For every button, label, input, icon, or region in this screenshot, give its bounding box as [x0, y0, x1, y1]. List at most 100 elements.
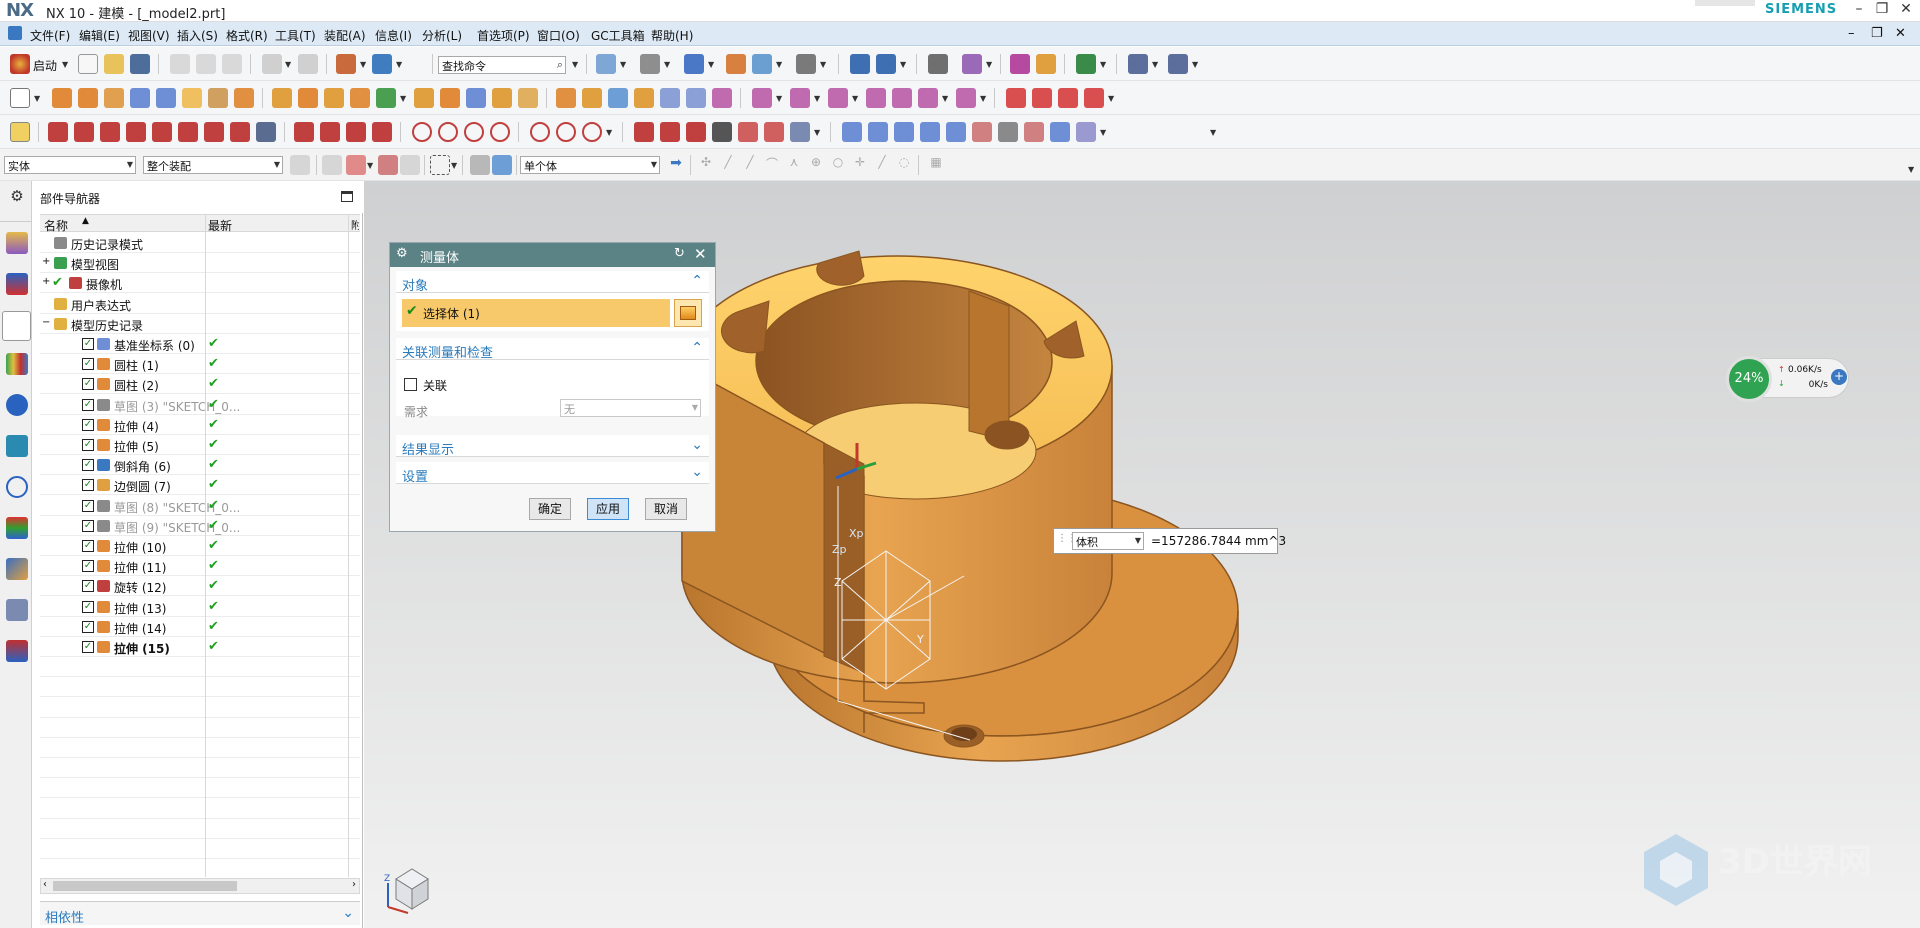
unite-icon[interactable]	[182, 88, 202, 108]
surface-dropdown-icon[interactable]: ▼	[1100, 128, 1106, 137]
orient-dropdown-icon[interactable]: ▼	[708, 60, 714, 69]
measure-dropdown-icon[interactable]: ▼	[1192, 60, 1198, 69]
chevron-down-icon[interactable]: ⌄	[691, 464, 703, 480]
swept-icon[interactable]	[920, 122, 940, 142]
sketch-icon[interactable]	[10, 88, 30, 108]
section-results-display[interactable]: 结果显示 ⌄	[396, 435, 709, 458]
visibility-checkbox[interactable]: ✓	[82, 641, 94, 653]
mesh-surface-icon[interactable]	[894, 122, 914, 142]
tree-row[interactable]: ✓ 草图 (8) "SKETCH_0... ✔	[40, 496, 360, 516]
block-icon[interactable]	[156, 88, 176, 108]
delete-face-icon[interactable]	[790, 88, 810, 108]
doc-restore-icon[interactable]: ❐	[1871, 26, 1883, 41]
horizontal-scrollbar[interactable]: ‹ ›	[40, 878, 360, 894]
sort-ascending-icon[interactable]: ▲	[82, 216, 89, 226]
tree-row[interactable]: ✓ 拉伸 (5) ✔	[40, 435, 360, 455]
circle-tangent-icon[interactable]	[464, 122, 484, 142]
bar-overflow-icon[interactable]: ▼	[1908, 165, 1914, 174]
linear-dim-dropdown-icon[interactable]: ▼	[942, 94, 948, 103]
snap-dropdown-icon[interactable]: ▼	[986, 60, 992, 69]
visibility-checkbox[interactable]: ✓	[82, 600, 94, 613]
offset-curve-icon[interactable]	[1084, 88, 1104, 108]
body-select-button[interactable]	[674, 299, 702, 327]
studio-spline-icon[interactable]	[230, 122, 250, 142]
play-dropdown-icon[interactable]: ▼	[1100, 60, 1106, 69]
snap-quadrant-icon[interactable]: ○	[828, 155, 848, 175]
edge-blend-icon[interactable]	[272, 88, 292, 108]
arc-tangent-icon[interactable]	[178, 122, 198, 142]
chevron-down-icon[interactable]: ⌄	[691, 437, 703, 453]
edit-object-icon[interactable]	[876, 54, 896, 74]
column-name[interactable]: 名称	[44, 217, 68, 234]
tree-row[interactable]: ✓ 拉伸 (14) ✔	[40, 617, 360, 637]
helix-icon[interactable]	[686, 122, 706, 142]
group-face-icon[interactable]	[956, 88, 976, 108]
menu-file[interactable]: 文件(F)	[30, 27, 70, 44]
dimension-dropdown-icon[interactable]: ▼	[1152, 60, 1158, 69]
doc-close-icon[interactable]: ✕	[1895, 26, 1906, 41]
snap-mid-icon[interactable]: ╱	[740, 155, 760, 175]
pattern-icon[interactable]	[324, 88, 344, 108]
project-dropdown-icon[interactable]: ▼	[814, 128, 820, 137]
menu-preferences[interactable]: 首选项(P)	[477, 27, 530, 44]
chevron-down-icon[interactable]: ⌄	[342, 905, 354, 921]
analysis-icon[interactable]	[1036, 54, 1056, 74]
revolve-icon[interactable]	[78, 88, 98, 108]
shell-icon[interactable]	[466, 88, 486, 108]
open-icon[interactable]	[104, 54, 124, 74]
pull-face-icon[interactable]	[752, 88, 772, 108]
replace-icon[interactable]	[866, 88, 886, 108]
tree-row[interactable]: ✓ 草图 (9) "SKETCH_0... ✔	[40, 516, 360, 536]
cut-icon[interactable]	[170, 54, 190, 74]
visibility-checkbox[interactable]: ✓	[82, 398, 94, 411]
curve-dropdown-icon[interactable]: ▼	[1108, 94, 1114, 103]
tree-row[interactable]: ✓ 拉伸 (11) ✔	[40, 556, 360, 577]
delete-dropdown-icon[interactable]: ▼	[814, 94, 820, 103]
arc-circle-3-icon[interactable]	[582, 122, 602, 142]
play-icon[interactable]	[1076, 54, 1096, 74]
fit-view-icon[interactable]	[596, 54, 616, 74]
reuse-library-icon[interactable]	[6, 353, 28, 375]
start-dropdown-icon[interactable]: ▼	[62, 60, 68, 69]
grid-icon[interactable]	[256, 122, 276, 142]
replace-face-icon[interactable]	[686, 88, 706, 108]
select-cursor-icon[interactable]	[378, 155, 398, 175]
snap-on-face-icon[interactable]: ◌	[894, 155, 914, 175]
tree-row[interactable]: ✓ 草图 (3) "SKETCH_0... ✔	[40, 395, 360, 415]
restore-icon[interactable]: ❐	[1871, 1, 1893, 21]
column-latest[interactable]: 最新	[208, 217, 232, 234]
background-dropdown-icon[interactable]: ▼	[820, 60, 826, 69]
chevron-up-icon[interactable]: ⌃	[691, 273, 703, 289]
arc-2pt-icon[interactable]	[660, 122, 680, 142]
mirror-icon[interactable]	[350, 88, 370, 108]
dialog-header[interactable]: ⚙ 测量体 ↻ ✕	[390, 243, 715, 267]
scope-filter-select[interactable]: 整个装配 ▼	[143, 156, 283, 174]
studio-surface-icon[interactable]	[972, 122, 992, 142]
orient-view-icon[interactable]	[684, 54, 704, 74]
trim-curve-icon[interactable]	[346, 122, 366, 142]
chamfer-curve-icon[interactable]	[320, 122, 340, 142]
patch-icon[interactable]	[660, 88, 680, 108]
offset-face-icon[interactable]	[440, 88, 460, 108]
arc-circle-icon[interactable]	[530, 122, 550, 142]
part-model[interactable]	[681, 250, 1239, 762]
face-blend-icon[interactable]	[1024, 122, 1044, 142]
tree-row[interactable]: ✓ 圆柱 (1) ✔	[40, 354, 360, 375]
column-extra[interactable]: 附	[351, 217, 359, 232]
tree-row[interactable]: 用户表达式	[40, 294, 360, 314]
tree-row[interactable]: ✓ 基准坐标系 (0) ✔	[40, 334, 360, 354]
visibility-checkbox[interactable]: ✓	[82, 519, 94, 532]
history-icon[interactable]	[6, 476, 28, 498]
line-parallel-icon[interactable]	[100, 122, 120, 142]
curve-on-surface-icon[interactable]	[1006, 88, 1026, 108]
visibility-checkbox[interactable]: ✓	[82, 338, 94, 350]
extend-sheet-icon[interactable]	[1076, 122, 1096, 142]
snap-settings-icon[interactable]	[290, 155, 310, 175]
part-navigator-icon[interactable]	[2, 311, 31, 341]
menu-info[interactable]: 信息(I)	[375, 27, 412, 44]
tree-row[interactable]: ✓ 边倒圆 (7) ✔	[40, 475, 360, 496]
rectangle-select-icon[interactable]	[430, 155, 450, 175]
tree-row[interactable]: ✓ 拉伸 (15) ✔	[40, 637, 360, 657]
paste-icon[interactable]	[222, 54, 242, 74]
sketch-dropdown-icon[interactable]: ▼	[34, 94, 40, 103]
